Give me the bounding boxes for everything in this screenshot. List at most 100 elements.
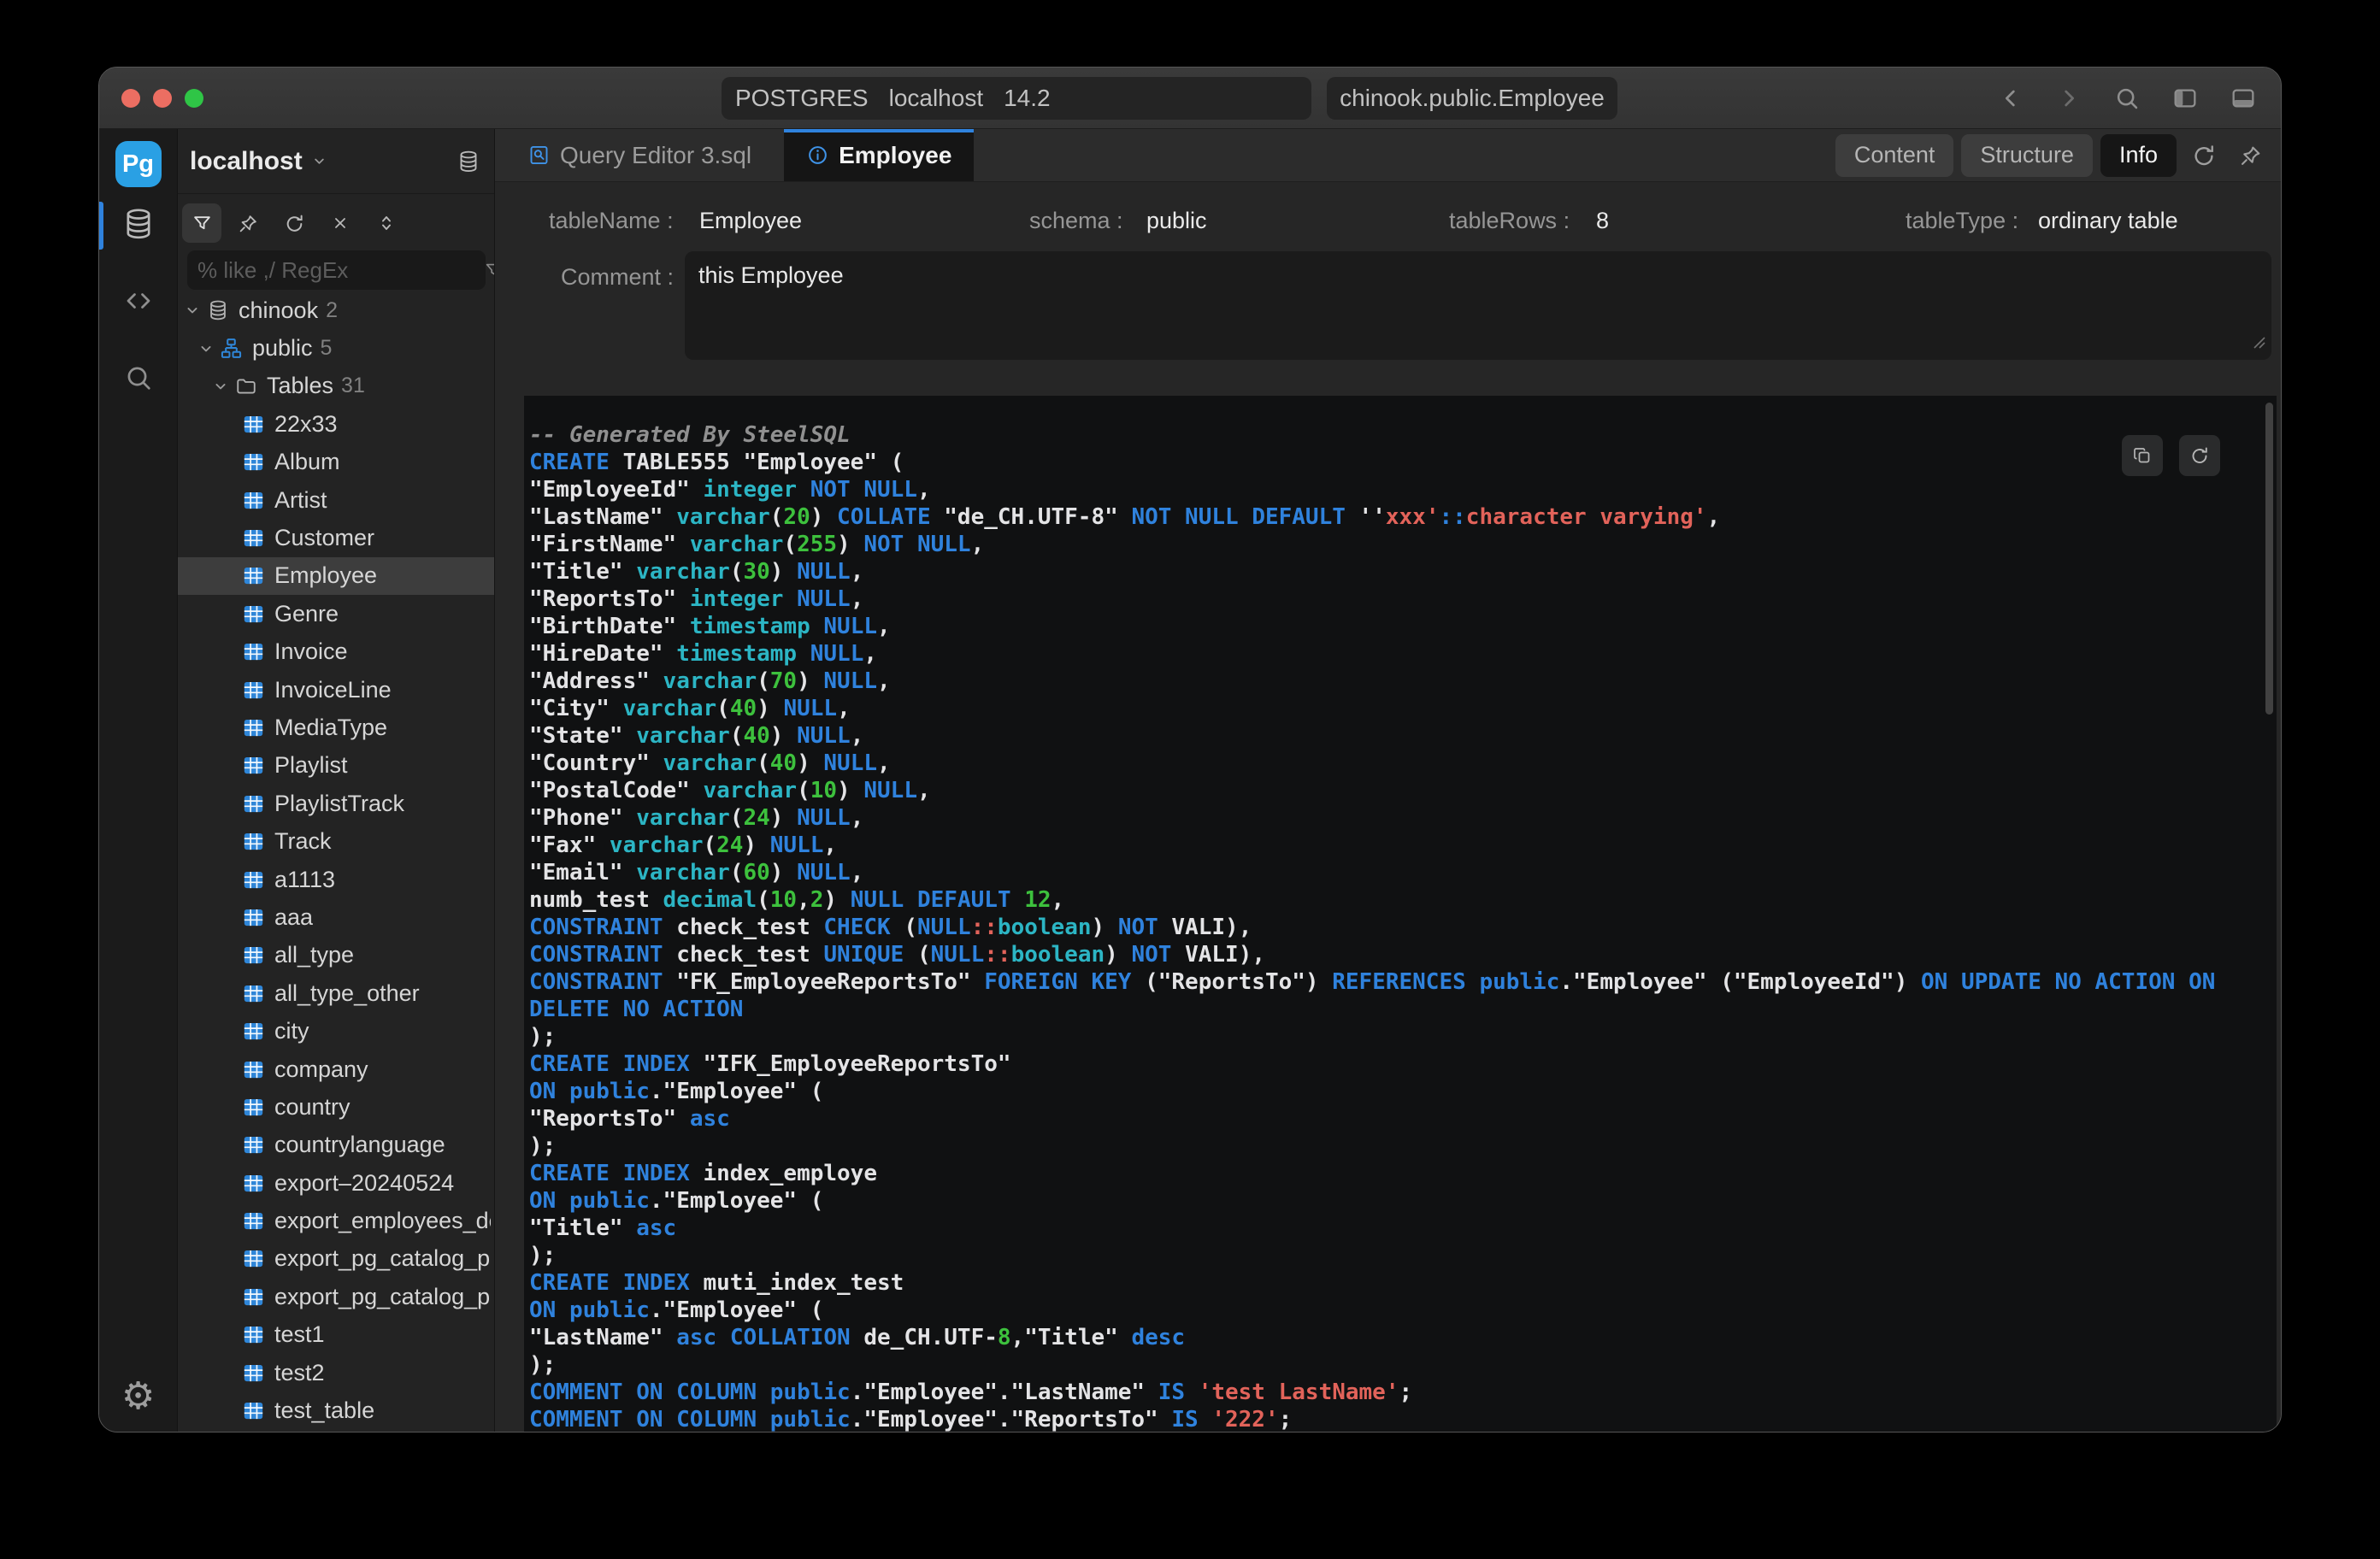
sidebar-header: localhost bbox=[178, 129, 494, 194]
connection-name[interactable]: localhost bbox=[190, 147, 303, 176]
code-line: "Address" varchar(70) NULL, bbox=[529, 668, 2277, 695]
pin-button[interactable] bbox=[228, 203, 268, 243]
tree-item-PlaylistTrack[interactable]: PlaylistTrack bbox=[178, 785, 494, 822]
tree-item-InvoiceLine[interactable]: InvoiceLine bbox=[178, 671, 494, 709]
pin-icon[interactable] bbox=[2231, 136, 2271, 175]
table-icon bbox=[242, 906, 265, 929]
search-icon[interactable] bbox=[2113, 85, 2141, 112]
tree-item-Artist[interactable]: Artist bbox=[178, 481, 494, 519]
tree-item-Album[interactable]: Album bbox=[178, 444, 494, 481]
code-line: DELETE NO ACTION bbox=[529, 996, 2277, 1023]
rail-item-query[interactable] bbox=[99, 264, 178, 341]
tree-item-all_type_other[interactable]: all_type_other bbox=[178, 974, 494, 1012]
code-line: "City" varchar(40) NULL, bbox=[529, 695, 2277, 722]
settings-gear-icon[interactable]: ⚙ bbox=[121, 1374, 155, 1418]
tree-item-chinook[interactable]: chinook2 bbox=[178, 291, 494, 329]
tree-item-export_pg_catalog_p[interactable]: export_pg_catalog_p bbox=[178, 1278, 494, 1315]
database-icon bbox=[121, 207, 156, 245]
tab-employee[interactable]: Employee bbox=[784, 129, 974, 181]
activity-rail: Pg ⚙ bbox=[99, 129, 178, 1432]
chevron-down-icon[interactable] bbox=[311, 153, 327, 169]
tree-item-export–20240524[interactable]: export–20240524 bbox=[178, 1164, 494, 1202]
tree-item-test_table[interactable]: test_table bbox=[178, 1391, 494, 1429]
tree-item-test1[interactable]: test1 bbox=[178, 1316, 494, 1354]
comment-label: Comment : bbox=[561, 264, 674, 291]
tree-item-label: export_pg_catalog_p bbox=[274, 1245, 490, 1272]
tree-item-Customer[interactable]: Customer bbox=[178, 519, 494, 556]
tree-item-city[interactable]: city bbox=[178, 1012, 494, 1050]
connection-pill[interactable]: POSTGRES localhost 14.2 bbox=[722, 77, 1311, 120]
code-line: "ReportsTo" asc bbox=[529, 1105, 2277, 1132]
table-icon bbox=[242, 1172, 265, 1195]
refresh-button[interactable] bbox=[274, 203, 314, 243]
copy-code-button[interactable] bbox=[2122, 435, 2163, 476]
zoom-window-button[interactable] bbox=[185, 89, 203, 108]
comment-textarea[interactable]: this Employee bbox=[685, 251, 2271, 360]
tree-item-public[interactable]: public5 bbox=[178, 329, 494, 367]
search-icon bbox=[123, 362, 154, 397]
content-view-button[interactable]: Content bbox=[1835, 134, 1954, 177]
chevron-down-icon[interactable] bbox=[183, 301, 202, 320]
scrollbar-thumb[interactable] bbox=[2265, 403, 2273, 715]
chevron-down-icon[interactable] bbox=[197, 339, 215, 358]
code-line: "ReportsTo" integer NULL, bbox=[529, 585, 2277, 613]
table-path-pill[interactable]: chinook.public.Employee bbox=[1327, 77, 1617, 120]
close-window-button[interactable] bbox=[121, 89, 140, 108]
tree-item-Track[interactable]: Track bbox=[178, 822, 494, 860]
table-icon bbox=[242, 982, 265, 1005]
back-icon[interactable] bbox=[1997, 85, 2024, 112]
tree-item-Genre[interactable]: Genre bbox=[178, 595, 494, 632]
ddl-code[interactable]: -- Generated By SteelSQLCREATE TABLE555 … bbox=[524, 396, 2277, 1432]
tree-item-country[interactable]: country bbox=[178, 1088, 494, 1126]
tree-item-Tables[interactable]: Tables31 bbox=[178, 368, 494, 405]
tree-item-a1113[interactable]: a1113 bbox=[178, 861, 494, 898]
tree-item-company[interactable]: company bbox=[178, 1050, 494, 1088]
sql-file-search-icon bbox=[527, 144, 551, 167]
code-line: ); bbox=[529, 1132, 2277, 1160]
table-name-label: tableName : bbox=[549, 208, 674, 234]
resize-grip-icon[interactable] bbox=[2250, 330, 2267, 356]
toggle-sidebar-icon[interactable] bbox=[2171, 85, 2199, 112]
table-icon bbox=[242, 527, 265, 550]
tree-item-test2[interactable]: test2 bbox=[178, 1354, 494, 1391]
sidebar-search-input[interactable] bbox=[197, 257, 484, 284]
table-icon bbox=[242, 640, 265, 663]
tree-item-label: Invoice bbox=[274, 638, 348, 665]
toggle-bottom-panel-icon[interactable] bbox=[2230, 85, 2257, 112]
tree-item-Playlist[interactable]: Playlist bbox=[178, 747, 494, 785]
refresh-code-button[interactable] bbox=[2179, 435, 2220, 476]
server-database-icon[interactable] bbox=[457, 150, 480, 174]
postgres-logo[interactable]: Pg bbox=[115, 141, 162, 187]
code-line: "State" varchar(40) NULL, bbox=[529, 722, 2277, 750]
table-icon bbox=[242, 489, 265, 512]
tree-item-export_employees_de[interactable]: export_employees_de bbox=[178, 1202, 494, 1239]
sort-button[interactable] bbox=[367, 203, 406, 243]
tree-item-Employee[interactable]: Employee bbox=[178, 557, 494, 595]
filter-icon[interactable] bbox=[484, 261, 495, 279]
tree-item-Invoice[interactable]: Invoice bbox=[178, 633, 494, 671]
table-rows-label: tableRows : bbox=[1449, 208, 1570, 234]
table-icon bbox=[242, 1399, 265, 1422]
info-icon bbox=[806, 144, 829, 167]
chevron-down-icon[interactable] bbox=[211, 377, 230, 396]
tree-item-MediaType[interactable]: MediaType bbox=[178, 709, 494, 746]
tree-item-all_type[interactable]: all_type bbox=[178, 937, 494, 974]
sidebar-search[interactable] bbox=[187, 250, 486, 290]
structure-view-button[interactable]: Structure bbox=[1961, 134, 2093, 177]
code-line: ON public."Employee" ( bbox=[529, 1297, 2277, 1324]
forward-icon[interactable] bbox=[2055, 85, 2082, 112]
tree-item-aaa[interactable]: aaa bbox=[178, 898, 494, 936]
rail-item-databases[interactable] bbox=[99, 187, 178, 264]
tree-item-export_pg_catalog_p[interactable]: export_pg_catalog_p bbox=[178, 1240, 494, 1278]
tree-item-label: Genre bbox=[274, 601, 339, 627]
tree-item-countrylanguage[interactable]: countrylanguage bbox=[178, 1127, 494, 1164]
filter-button[interactable] bbox=[182, 203, 221, 243]
minimize-window-button[interactable] bbox=[153, 89, 172, 108]
refresh-icon[interactable] bbox=[2184, 136, 2224, 175]
code-line: CREATE INDEX index_employe bbox=[529, 1160, 2277, 1187]
info-view-button[interactable]: Info bbox=[2100, 134, 2177, 177]
tree-item-22x33[interactable]: 22x33 bbox=[178, 405, 494, 443]
rail-item-search[interactable] bbox=[99, 341, 178, 418]
collapse-button[interactable] bbox=[321, 203, 360, 243]
tab-query-editor[interactable]: Query Editor 3.sql bbox=[505, 129, 774, 181]
